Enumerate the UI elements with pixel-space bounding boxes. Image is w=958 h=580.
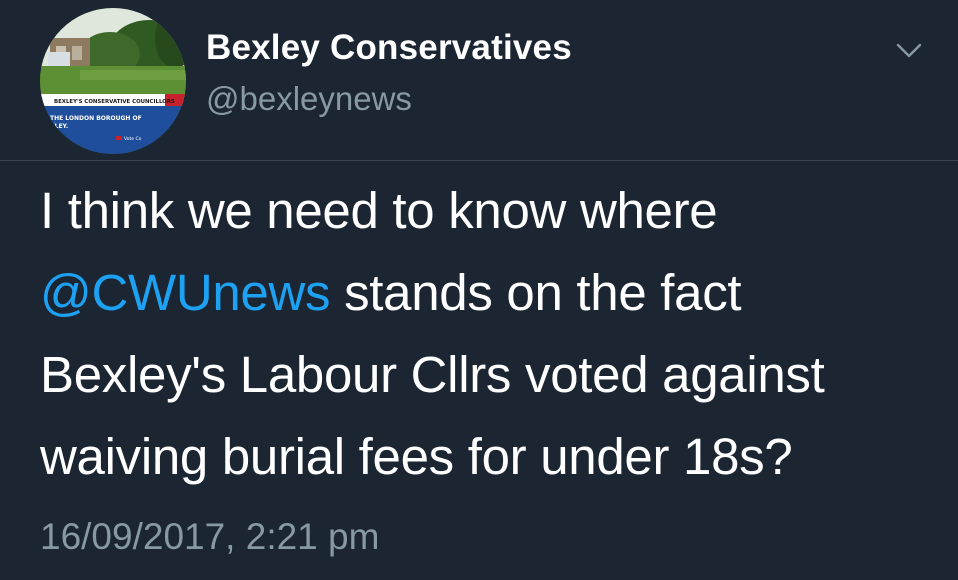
avatar-image: BEXLEY'S CONSERVATIVE COUNCILLORS THE LO… — [40, 8, 186, 154]
tweet-text-line-1: I think we need to know where — [40, 182, 718, 239]
header-divider — [0, 160, 958, 161]
avatar-banner-text-2: THE LONDON BOROUGH OF — [50, 115, 142, 122]
display-name[interactable]: Bexley Conservatives — [206, 28, 572, 68]
user-handle[interactable]: @bexleynews — [206, 80, 412, 118]
tweet-text-line-3: Bexley's Labour Cllrs voted against — [40, 346, 825, 403]
chevron-down-icon — [896, 43, 922, 58]
tweet-text: I think we need to know where @CWUnews s… — [40, 170, 940, 498]
mention-link[interactable]: @CWUnews — [40, 264, 331, 321]
tweet-header: BEXLEY'S CONSERVATIVE COUNCILLORS THE LO… — [0, 0, 958, 160]
avatar-banner-text-4: Vote Co — [124, 136, 142, 142]
tweet-text-line-2: @CWUnews stands on the fact — [40, 252, 940, 334]
tweet-menu-button[interactable] — [894, 38, 924, 62]
tweet-timestamp[interactable]: 16/09/2017, 2:21 pm — [40, 516, 379, 558]
tweet-card: BEXLEY'S CONSERVATIVE COUNCILLORS THE LO… — [0, 0, 958, 580]
avatar-banner-text-1: BEXLEY'S CONSERVATIVE COUNCILLORS — [54, 99, 175, 105]
avatar-banner-text-3: XLEY. — [50, 123, 68, 130]
profile-avatar[interactable]: BEXLEY'S CONSERVATIVE COUNCILLORS THE LO… — [40, 8, 186, 154]
tweet-text-line-2-rest: stands on the fact — [330, 264, 742, 321]
tweet-text-line-4: waiving burial fees for under 18s? — [40, 428, 793, 485]
